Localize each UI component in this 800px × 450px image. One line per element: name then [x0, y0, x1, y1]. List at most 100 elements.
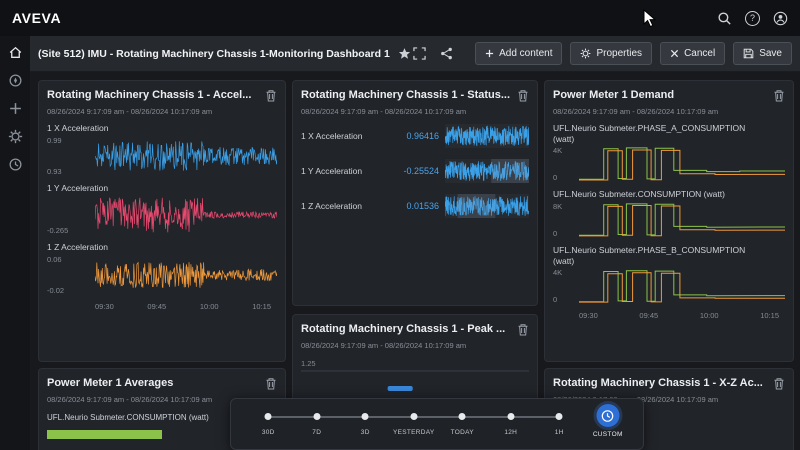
search-icon[interactable]	[717, 11, 732, 26]
x-tick: 10:15	[252, 302, 271, 311]
dashboard-canvas: Rotating Machinery Chassis 1 - Accel... …	[30, 72, 800, 450]
chart-group-x-acceleration: 1 X Acceleration 0.99 0.93	[47, 123, 277, 176]
time-option-dot[interactable]	[556, 413, 563, 420]
status-row-z: 1 Z Acceleration 0.01536	[301, 191, 529, 221]
delete-card-icon[interactable]	[773, 377, 785, 390]
delete-card-icon[interactable]	[517, 323, 529, 336]
status-value: -0.25524	[381, 166, 439, 176]
peak-bar-chart[interactable]	[301, 370, 529, 396]
dashboard-toolbar: (Site 512) IMU - Rotating Machinery Chas…	[30, 36, 800, 72]
left-nav-sidebar	[0, 36, 30, 450]
sidebar-explore-icon[interactable]	[8, 73, 23, 88]
sidebar-history-icon[interactable]	[8, 157, 23, 172]
save-button[interactable]: Save	[733, 42, 792, 65]
time-option-3d[interactable]: 3D	[341, 399, 390, 449]
gear-icon	[580, 48, 591, 59]
mouse-cursor	[643, 9, 657, 29]
status-sparkline[interactable]	[445, 194, 529, 218]
time-option-1h[interactable]: 1H	[535, 399, 584, 449]
card-status: Rotating Machinery Chassis 1 - Status...…	[292, 80, 538, 306]
delete-card-icon[interactable]	[773, 89, 785, 102]
time-option-custom[interactable]: CUSTOM	[584, 399, 633, 449]
consumption-chart[interactable]	[579, 202, 785, 238]
y-axis-min: 0	[553, 295, 575, 304]
custom-time-button[interactable]	[596, 404, 619, 427]
phase-b-consumption-chart[interactable]	[579, 268, 785, 304]
clock-icon	[601, 409, 615, 423]
time-option-yesterday[interactable]: YESTERDAY	[390, 399, 439, 449]
time-option-dot[interactable]	[313, 413, 320, 420]
card-title: Rotating Machinery Chassis 1 - Accel...	[47, 89, 259, 101]
card-title: Power Meter 1 Averages	[47, 377, 259, 389]
share-icon[interactable]	[440, 47, 453, 60]
chart-group-phase-b: UFL.Neurio Submeter.PHASE_B_CONSUMPTION …	[553, 245, 785, 304]
fullscreen-icon[interactable]	[413, 47, 426, 60]
time-option-dot[interactable]	[410, 413, 417, 420]
x-tick: 10:15	[760, 311, 779, 320]
time-option-dot[interactable]	[507, 413, 514, 420]
save-label: Save	[759, 48, 782, 59]
y-axis-max: 8K	[553, 202, 575, 211]
status-row-x: 1 X Acceleration 0.96416	[301, 121, 529, 151]
status-label: 1 Y Acceleration	[301, 166, 381, 176]
x-axis-ticks: 09:30 09:45 10:00 10:15	[95, 302, 271, 311]
series-label: UFL.Neurio Submeter.PHASE_A_CONSUMPTION …	[553, 123, 748, 144]
delete-card-icon[interactable]	[265, 89, 277, 102]
status-sparkline[interactable]	[445, 124, 529, 148]
card-title: Rotating Machinery Chassis 1 - Status...	[301, 89, 511, 101]
top-app-bar: AVEVA ?	[0, 0, 800, 36]
time-option-30d[interactable]: 30D	[244, 399, 293, 449]
phase-a-consumption-chart[interactable]	[579, 146, 785, 182]
x-tick: 10:00	[700, 311, 719, 320]
delete-card-icon[interactable]	[265, 377, 277, 390]
x-tick: 09:45	[639, 311, 658, 320]
time-option-dot[interactable]	[265, 413, 272, 420]
add-content-label: Add content	[499, 48, 552, 59]
time-option-dot[interactable]	[362, 413, 369, 420]
favorite-star-icon[interactable]	[398, 47, 411, 60]
close-icon	[670, 49, 679, 58]
series-label: UFL.Neurio Submeter.CONSUMPTION (watt)	[553, 189, 748, 200]
sidebar-home-icon[interactable]	[8, 45, 23, 60]
y-axis-min: -0.02	[47, 286, 91, 295]
cancel-label: Cancel	[684, 48, 715, 59]
dashboard-title: (Site 512) IMU - Rotating Machinery Chas…	[38, 48, 390, 60]
y-axis-max: 0.99	[47, 136, 91, 145]
status-label: 1 X Acceleration	[301, 131, 381, 141]
add-content-button[interactable]: Add content	[475, 42, 562, 65]
x-tick: 09:30	[579, 311, 598, 320]
status-row-y: 1 Y Acceleration -0.25524	[301, 156, 529, 186]
y-axis-min: -0.265	[47, 226, 91, 235]
aveva-logo: AVEVA	[12, 10, 61, 26]
properties-button[interactable]: Properties	[570, 42, 652, 65]
x-tick: 10:00	[200, 302, 219, 311]
card-time-range: 08/26/2024 9:17:09 am - 08/26/2024 10:17…	[301, 107, 529, 116]
y-axis-max: 1.25	[301, 359, 529, 368]
y-acceleration-chart[interactable]	[95, 195, 277, 235]
time-option-today[interactable]: TODAY	[438, 399, 487, 449]
y-axis-max: 4K	[553, 146, 575, 155]
sidebar-settings-icon[interactable]	[8, 129, 23, 144]
cancel-button[interactable]: Cancel	[660, 42, 725, 65]
time-option-dot[interactable]	[459, 413, 466, 420]
status-sparkline[interactable]	[445, 159, 529, 183]
card-title: Rotating Machinery Chassis 1 - Peak ...	[301, 323, 511, 335]
card-time-range: 08/26/2024 9:17:09 am - 08/26/2024 10:17…	[47, 107, 277, 116]
z-acceleration-chart[interactable]	[95, 255, 277, 295]
delete-card-icon[interactable]	[517, 89, 529, 102]
series-label: 1 X Acceleration	[47, 123, 242, 134]
status-value: 0.96416	[381, 131, 439, 141]
help-icon[interactable]: ?	[745, 11, 760, 26]
card-time-range: 08/26/2024 9:17:09 am - 08/26/2024 10:17…	[301, 341, 529, 350]
x-acceleration-chart[interactable]	[95, 136, 277, 176]
time-option-7d[interactable]: 7D	[293, 399, 342, 449]
sidebar-add-icon[interactable]	[8, 101, 23, 116]
time-option-label: CUSTOM	[574, 431, 643, 438]
y-axis-max: 0.06	[47, 255, 91, 264]
properties-label: Properties	[596, 48, 642, 59]
card-accelerations: Rotating Machinery Chassis 1 - Accel... …	[38, 80, 286, 362]
user-account-icon[interactable]	[773, 11, 788, 26]
time-option-12h[interactable]: 12H	[487, 399, 536, 449]
x-tick: 09:45	[147, 302, 166, 311]
save-icon	[743, 48, 754, 59]
